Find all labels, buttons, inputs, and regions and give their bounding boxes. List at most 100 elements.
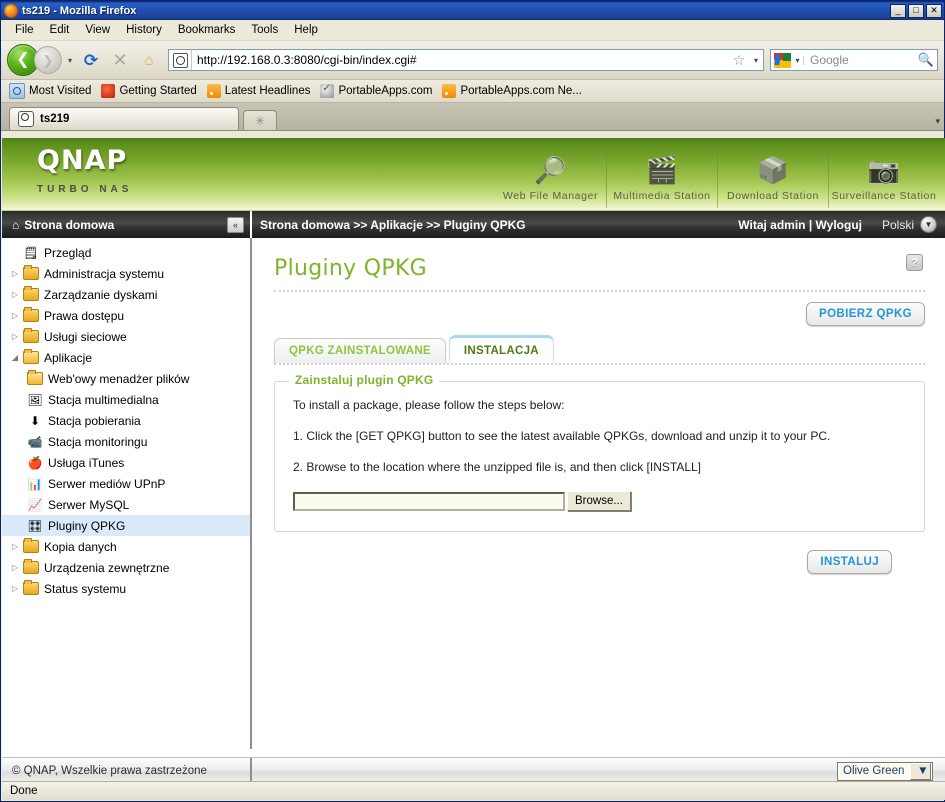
forward-button[interactable]: ❯	[34, 46, 62, 74]
browse-button[interactable]: Browse...	[567, 491, 631, 511]
content-tabs: QPKG ZAINSTALOWANE INSTALACJA	[274, 335, 925, 365]
tree-toggle[interactable]: ▷	[8, 269, 22, 278]
tree-toggle[interactable]: ▷	[8, 584, 22, 593]
sidebar-item-serwer-mysql[interactable]: 📈 Serwer MySQL	[2, 494, 250, 515]
station-multimedia[interactable]: 🎬 Multimedia Station	[606, 140, 717, 208]
qnap-header: QNAP TURBO NAS 🔎 Web File Manager 🎬 Mult…	[2, 138, 945, 211]
folder-icon	[22, 265, 40, 280]
firefox-icon	[4, 3, 18, 18]
page-footer: © QNAP, Wszelkie prawa zastrzeżone Olive…	[2, 757, 945, 784]
sidebar-item-stacja-pobierania[interactable]: ⬇ Stacja pobierania	[2, 410, 250, 431]
menu-tools[interactable]: Tools	[243, 22, 286, 38]
sidebar-item-usluga-itunes[interactable]: 🍎 Usługa iTunes	[2, 452, 250, 473]
menu-help[interactable]: Help	[286, 22, 326, 38]
sidebar-item-label: Stacja multimedialna	[48, 392, 159, 407]
menu-view[interactable]: View	[77, 22, 118, 38]
bookmark-portableapps-news[interactable]: PortableApps.com Ne...	[440, 83, 586, 99]
stop-icon[interactable]: ✕	[107, 47, 133, 73]
collapse-sidebar-button[interactable]: «	[227, 216, 244, 233]
qpkg-icon: 🎛	[27, 518, 43, 533]
install-button[interactable]: INSTALUJ	[807, 550, 892, 574]
sidebar-item-stacja-monitoringu[interactable]: 📹 Stacja monitoringu	[2, 431, 250, 452]
tree-toggle[interactable]: ▷	[8, 332, 22, 341]
sidebar-item-pluginy-qpkg[interactable]: 🎛 Pluginy QPKG	[2, 515, 250, 536]
get-qpkg-button[interactable]: POBIERZ QPKG	[806, 302, 925, 326]
station-surveillance[interactable]: 📷 Surveillance Station	[828, 140, 939, 208]
sidebar-item-web-file-manager[interactable]: Web'owy menadżer plików	[2, 368, 250, 389]
search-icon[interactable]: 🔍	[915, 52, 937, 68]
theme-select[interactable]: Olive Green ▼	[837, 761, 933, 781]
qnap-brand: QNAP	[37, 145, 128, 176]
site-identity-icon	[169, 50, 192, 70]
sidebar-header[interactable]: ⌂ Strona domowa «	[2, 211, 252, 238]
station-download[interactable]: 📦 Download Station	[717, 140, 828, 208]
qnap-tagline: TURBO NAS	[37, 184, 133, 195]
tab-list-dropdown-icon[interactable]: ▾	[935, 116, 940, 127]
firefox-window: ts219 - Mozilla Firefox _ □ ✕ File Edit …	[0, 0, 945, 802]
new-tab-button[interactable]: ✳	[243, 110, 277, 130]
google-icon[interactable]	[774, 52, 791, 68]
page-title: Pluginy QPKG	[274, 256, 428, 281]
minimize-button[interactable]: _	[890, 3, 906, 18]
menu-file[interactable]: File	[7, 22, 42, 38]
menu-history[interactable]: History	[118, 22, 170, 38]
sidebar-item-uslugi-sieciowe[interactable]: ▷ Usługi sieciowe	[2, 326, 250, 347]
search-engine-dropdown-icon[interactable]: ▾	[792, 55, 804, 65]
help-icon[interactable]: ?	[906, 254, 923, 271]
sidebar-item-przeglad[interactable]: 🗒 Przegląd	[2, 242, 250, 263]
rss-icon	[206, 84, 221, 98]
tab-qpkg-zainstalowane[interactable]: QPKG ZAINSTALOWANE	[274, 338, 446, 363]
tree-toggle-expanded[interactable]: ◢	[8, 353, 22, 362]
sidebar-item-label: Serwer MySQL	[48, 497, 130, 512]
window-titlebar: ts219 - Mozilla Firefox _ □ ✕	[1, 1, 944, 20]
sidebar-item-administracja-systemu[interactable]: ▷ Administracja systemu	[2, 263, 250, 284]
download-box-icon: 📦	[756, 155, 790, 185]
reload-icon[interactable]: ⟳	[78, 47, 104, 73]
install-panel: Zainstaluj plugin QPKG To install a pack…	[274, 373, 925, 532]
sidebar-item-serwer-mediow-upnp[interactable]: 📊 Serwer mediów UPnP	[2, 473, 250, 494]
url-bar[interactable]: http://192.168.0.3:8080/cgi-bin/index.cg…	[168, 49, 764, 71]
sidebar-item-stacja-multimedialna[interactable]: 🖼 Stacja multimedialna	[2, 389, 250, 410]
bookmark-star-icon[interactable]: ☆	[729, 52, 749, 69]
sidebar-item-status-systemu[interactable]: ▷ Status systemu	[2, 578, 250, 599]
sidebar-item-kopia-danych[interactable]: ▷ Kopia danych	[2, 536, 250, 557]
tab-instalacja[interactable]: INSTALACJA	[448, 335, 554, 363]
history-dropdown-icon[interactable]: ▾	[65, 56, 75, 65]
maximize-button[interactable]: □	[908, 3, 924, 18]
bookmark-getting-started[interactable]: Getting Started	[99, 83, 201, 99]
sidebar-item-label: Prawa dostępu	[44, 308, 125, 323]
main-content: Pluginy QPKG ? POBIERZ QPKG QPKG ZAINSTA…	[252, 238, 945, 749]
language-dropdown-icon[interactable]: ▼	[920, 216, 937, 233]
home-icon[interactable]: ⌂	[136, 47, 162, 73]
tree-toggle[interactable]: ▷	[8, 311, 22, 320]
search-bar[interactable]: ▾ Google 🔍	[770, 49, 938, 71]
bookmark-most-visited[interactable]: Most Visited	[7, 82, 96, 100]
url-input[interactable]: http://192.168.0.3:8080/cgi-bin/index.cg…	[192, 53, 729, 67]
media-clapper-icon: 🎬	[645, 155, 679, 185]
bookmark-latest-headlines[interactable]: Latest Headlines	[205, 83, 316, 99]
folder-icon	[22, 559, 40, 574]
file-path-input[interactable]	[293, 491, 565, 511]
tree-toggle[interactable]: ▷	[8, 542, 22, 551]
station-web-file-manager[interactable]: 🔎 Web File Manager	[495, 140, 606, 208]
sidebar-item-urzadzenia-zewnetrzne[interactable]: ▷ Urządzenia zewnętrzne	[2, 557, 250, 578]
language-label: Polski	[881, 217, 914, 232]
user-greeting[interactable]: Witaj admin | Wyloguj	[738, 218, 862, 232]
browser-tab-ts219[interactable]: ts219	[9, 107, 239, 130]
sidebar-item-aplikacje[interactable]: ◢ Aplikacje	[2, 347, 250, 368]
url-dropdown-icon[interactable]: ▾	[749, 56, 763, 65]
sidebar-item-label: Urządzenia zewnętrzne	[44, 560, 170, 575]
sidebar-item-prawa-dostepu[interactable]: ▷ Prawa dostępu	[2, 305, 250, 326]
menu-bookmarks[interactable]: Bookmarks	[170, 22, 244, 38]
breadcrumb: Strona domowa >> Aplikacje >> Pluginy QP…	[252, 211, 945, 238]
chevron-down-icon[interactable]: ▼	[909, 762, 932, 780]
tree-toggle[interactable]: ▷	[8, 290, 22, 299]
web-page: QNAP TURBO NAS 🔎 Web File Manager 🎬 Mult…	[2, 138, 945, 784]
sidebar-item-label: Kopia danych	[44, 539, 117, 554]
bookmark-portableapps[interactable]: PortableApps.com	[318, 83, 437, 99]
tree-toggle[interactable]: ▷	[8, 563, 22, 572]
close-button[interactable]: ✕	[926, 3, 942, 18]
search-input[interactable]: Google	[804, 53, 915, 67]
menu-edit[interactable]: Edit	[42, 22, 78, 38]
sidebar-item-zarzadzanie-dyskami[interactable]: ▷ Zarządzanie dyskami	[2, 284, 250, 305]
